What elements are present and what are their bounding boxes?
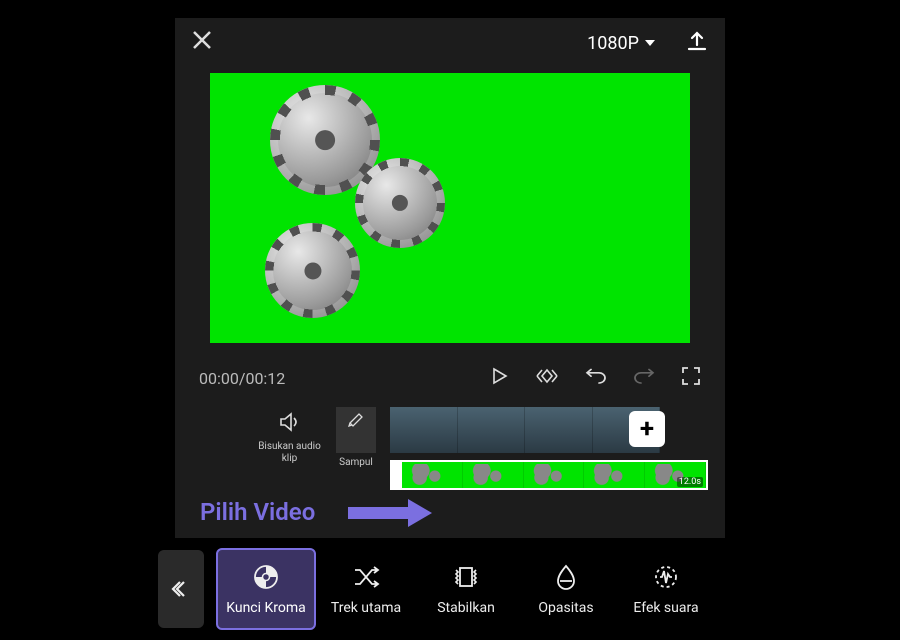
opacity-icon (553, 562, 579, 592)
timeline: Bisukan audio klip Sampul + 12.0s (175, 403, 725, 497)
keyframe-button[interactable] (535, 365, 559, 391)
add-clip-button[interactable]: + (629, 411, 665, 447)
playback-bar: 00:00/00:12 (175, 343, 725, 403)
cover-label: Sampul (339, 457, 373, 469)
tool-sound-fx[interactable]: Efek suara (616, 548, 716, 630)
tool-opacity[interactable]: Opasitas (516, 548, 616, 630)
video-preview[interactable] (210, 73, 690, 343)
top-bar: 1080P (175, 18, 725, 68)
tool-label: Efek suara (633, 600, 698, 616)
gear-graphic (355, 158, 445, 248)
tool-label: Trek utama (331, 600, 401, 616)
resolution-label: 1080P (587, 33, 639, 54)
tool-label: Kunci Kroma (226, 600, 306, 616)
tool-label: Stabilkan (437, 600, 495, 616)
tool-bar: Kunci Kroma Trek utama Stabilkan Opasita… (150, 542, 754, 636)
undo-button[interactable] (585, 366, 607, 390)
resolution-dropdown[interactable]: 1080P (587, 33, 655, 54)
gear-graphic (265, 223, 360, 318)
tool-stabilize[interactable]: Stabilkan (416, 548, 516, 630)
shuffle-icon (352, 562, 380, 592)
annotation-arrow-icon (348, 499, 438, 525)
clip-duration-badge: 12.0s (677, 477, 703, 487)
chevron-down-icon (645, 40, 655, 46)
fullscreen-button[interactable] (681, 366, 701, 390)
mute-label: Bisukan audio klip (257, 441, 322, 464)
close-button[interactable] (191, 29, 221, 57)
speaker-icon (278, 407, 302, 437)
play-button[interactable] (489, 366, 509, 390)
time-display: 00:00/00:12 (199, 369, 285, 388)
cover-button[interactable]: Sampul (332, 407, 380, 469)
mute-clip-button[interactable]: Bisukan audio klip (257, 407, 322, 464)
sound-fx-icon (651, 562, 681, 592)
overlay-track-selected[interactable]: 12.0s (390, 460, 708, 490)
tool-chroma-key[interactable]: Kunci Kroma (216, 548, 316, 630)
timeline-tracks[interactable]: + 12.0s (390, 407, 725, 493)
back-button[interactable] (158, 550, 204, 628)
export-button[interactable] (685, 29, 709, 57)
annotation-label: Pilih Video (200, 498, 315, 526)
stabilize-icon (452, 562, 480, 592)
chroma-key-icon (252, 562, 280, 592)
editor-window: 1080P 00:00/00:12 (175, 18, 725, 538)
tool-main-track[interactable]: Trek utama (316, 548, 416, 630)
redo-button[interactable] (633, 366, 655, 390)
tool-label: Opasitas (538, 600, 593, 616)
cover-thumbnail (336, 407, 376, 453)
main-track[interactable]: + (390, 407, 660, 453)
